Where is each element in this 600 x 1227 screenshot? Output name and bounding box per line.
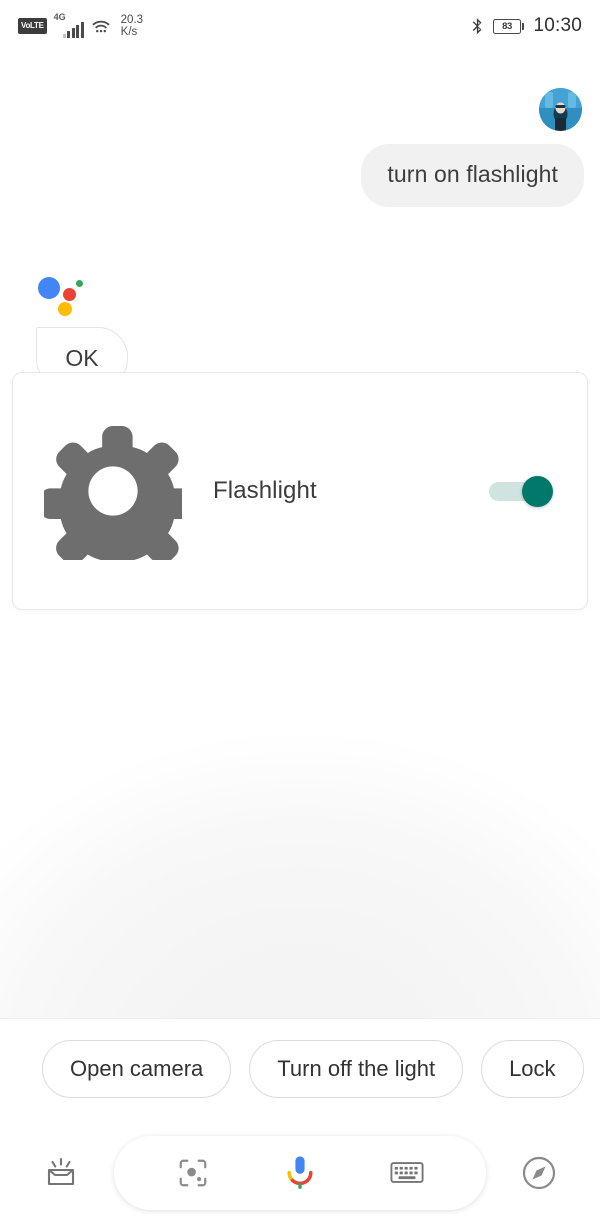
- user-message-bubble: turn on flashlight: [361, 144, 584, 207]
- volte-badge: VoLTE: [18, 18, 47, 34]
- user-avatar[interactable]: [539, 88, 582, 131]
- flashlight-device-card[interactable]: Flashlight: [12, 372, 588, 610]
- assistant-dot-yellow: [58, 302, 72, 316]
- network-speed-unit: K/s: [120, 26, 138, 38]
- battery-cap: [521, 22, 525, 30]
- battery-indicator: 83: [492, 18, 525, 34]
- compass-explore-icon[interactable]: [508, 1142, 570, 1204]
- status-bar-right: 83 10:30: [471, 15, 582, 37]
- suggestion-chip-open-camera[interactable]: Open camera: [42, 1039, 232, 1098]
- cellular-signal-indicator: 4G: [53, 11, 84, 38]
- gear-icon: [13, 422, 213, 560]
- suggestion-chips-bar: Open camera Turn off the light Lock: [0, 1018, 600, 1118]
- google-assistant-logo: [38, 274, 88, 318]
- conversation-area: turn on flashlight OK: [0, 52, 600, 389]
- flashlight-toggle[interactable]: [489, 476, 553, 507]
- toggle-thumb: [522, 476, 553, 507]
- user-message-row: turn on flashlight: [0, 52, 600, 207]
- bluetooth-icon: [471, 17, 484, 35]
- signal-bars: [62, 21, 84, 38]
- assistant-dot-blue: [38, 277, 60, 299]
- keyboard-icon[interactable]: [379, 1145, 435, 1201]
- background-gradient: [0, 600, 600, 1070]
- assistant-dot-green: [76, 280, 83, 287]
- snapshot-inbox-icon[interactable]: [30, 1142, 92, 1204]
- status-bar-clock: 10:30: [533, 15, 582, 36]
- suggestion-chip-lock[interactable]: Lock: [481, 1039, 584, 1098]
- bottom-bar: [0, 1118, 600, 1227]
- device-name-label: Flashlight: [213, 477, 317, 504]
- status-bar: VoLTE 4G 20.3 K/s 83 10:30: [0, 0, 600, 52]
- assistant-screen: VoLTE 4G 20.3 K/s 83 10:30 turn on flash…: [0, 0, 600, 1227]
- network-speed-value: 20.3: [120, 13, 144, 26]
- wifi-icon: [91, 18, 111, 34]
- battery-level-text: 83: [492, 18, 521, 34]
- google-mic-icon[interactable]: [272, 1145, 328, 1201]
- google-lens-icon[interactable]: [165, 1145, 221, 1201]
- status-bar-left: VoLTE 4G 20.3 K/s: [18, 11, 143, 38]
- assistant-dot-red: [63, 288, 76, 301]
- assistant-input-pill[interactable]: [114, 1135, 486, 1210]
- suggestion-chip-turn-off-light[interactable]: Turn off the light: [249, 1039, 464, 1098]
- network-speed-indicator: 20.3 K/s: [121, 14, 143, 38]
- network-type-label: 4G: [53, 11, 66, 22]
